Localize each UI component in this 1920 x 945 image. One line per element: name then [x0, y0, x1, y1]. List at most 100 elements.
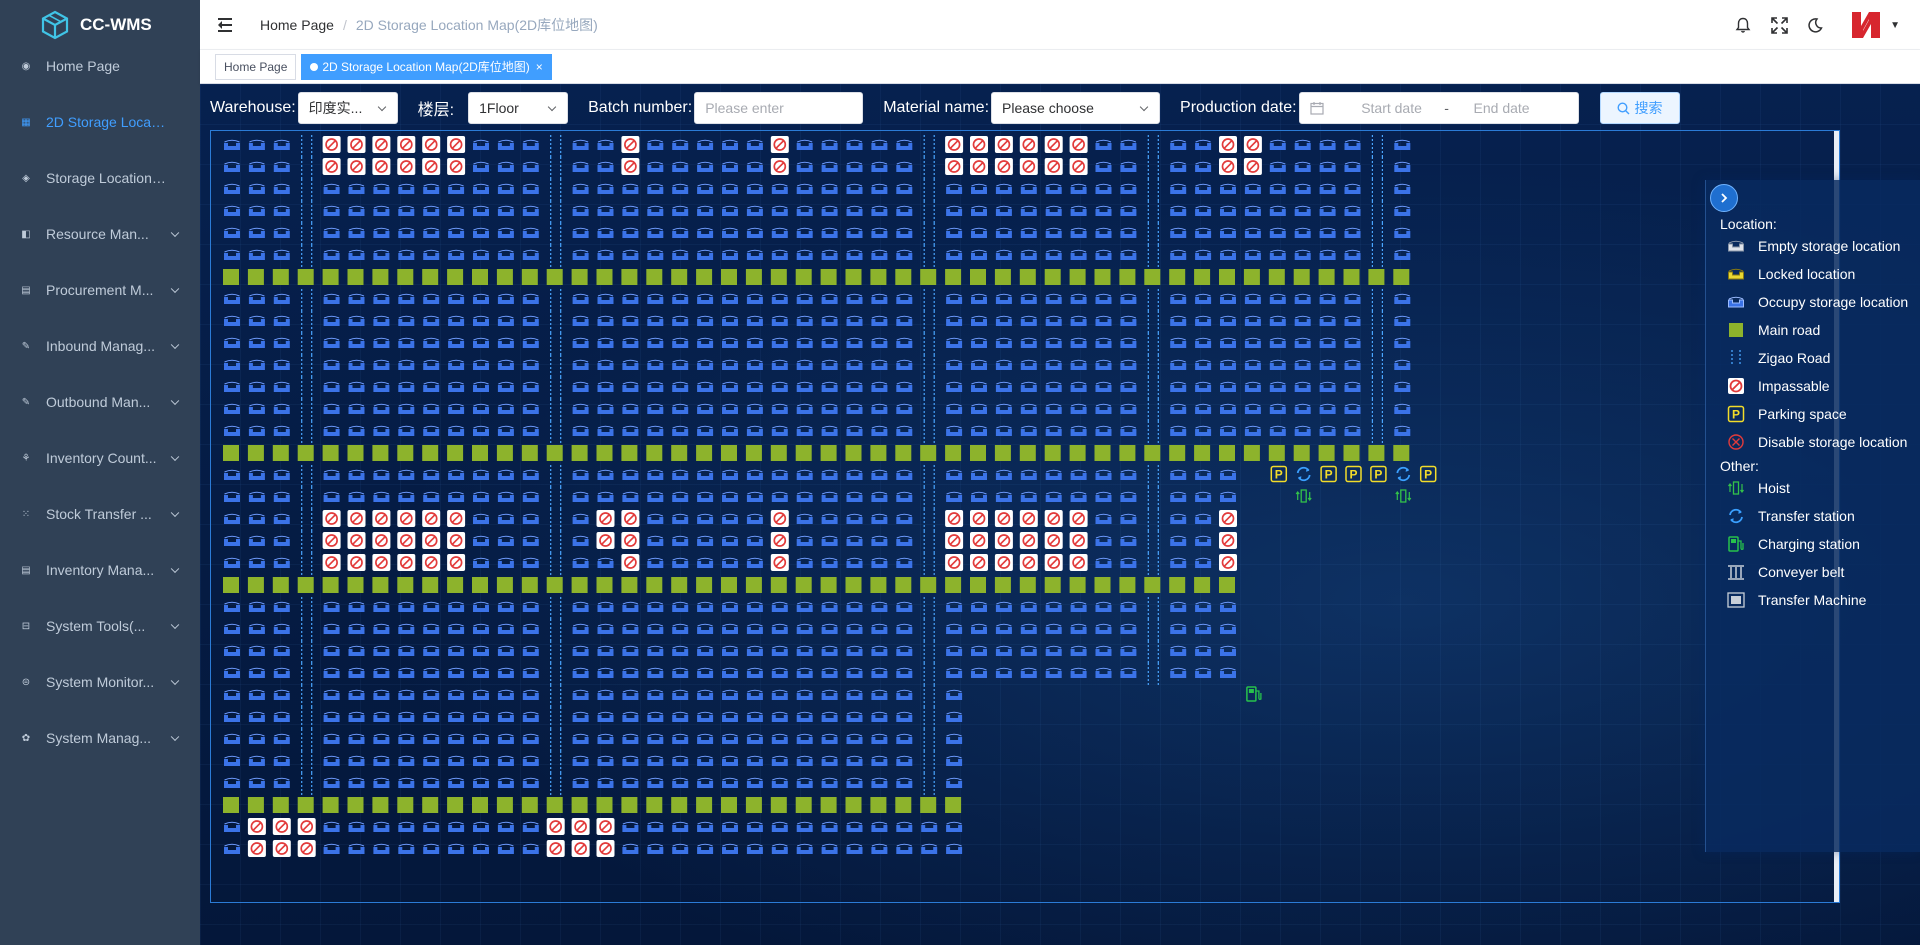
- storage-location[interactable]: [423, 755, 440, 766]
- storage-location[interactable]: [572, 601, 589, 612]
- storage-location[interactable]: [1070, 183, 1087, 194]
- storage-location[interactable]: [647, 557, 664, 568]
- zigao-road-cell[interactable]: [550, 179, 562, 201]
- storage-location[interactable]: [448, 381, 465, 392]
- storage-location[interactable]: [1195, 601, 1212, 612]
- storage-location[interactable]: [423, 711, 440, 722]
- storage-location[interactable]: [448, 337, 465, 348]
- storage-location[interactable]: [722, 403, 738, 414]
- storage-location[interactable]: [622, 425, 639, 436]
- main-road-cell[interactable]: [994, 577, 1011, 593]
- storage-location[interactable]: [1220, 425, 1236, 436]
- batch-input[interactable]: Please enter: [694, 92, 864, 124]
- impassable-cell[interactable]: [994, 136, 1013, 153]
- zigao-road-cell[interactable]: [1147, 619, 1159, 641]
- zigao-road-cell[interactable]: [550, 377, 562, 399]
- storage-location[interactable]: [1220, 491, 1236, 502]
- main-road-cell[interactable]: [521, 577, 538, 593]
- storage-location[interactable]: [1120, 293, 1137, 304]
- impassable-cell[interactable]: [447, 554, 466, 571]
- storage-location[interactable]: [497, 601, 514, 612]
- storage-location[interactable]: [622, 667, 639, 678]
- impassable-cell[interactable]: [994, 532, 1013, 549]
- parking-marker[interactable]: P: [1370, 465, 1387, 483]
- storage-location[interactable]: [771, 623, 788, 634]
- storage-location[interactable]: [946, 689, 963, 700]
- storage-location[interactable]: [672, 315, 689, 326]
- storage-location[interactable]: [871, 557, 888, 568]
- zigao-road-cell[interactable]: [550, 641, 562, 663]
- storage-location[interactable]: [597, 645, 614, 656]
- storage-location[interactable]: [1394, 381, 1411, 392]
- main-road-cell[interactable]: [297, 797, 314, 813]
- storage-location[interactable]: [846, 777, 863, 788]
- hoist-marker[interactable]: [1395, 489, 1412, 503]
- storage-location[interactable]: [522, 821, 539, 832]
- storage-location[interactable]: [796, 557, 813, 568]
- storage-location[interactable]: [373, 689, 390, 700]
- storage-location[interactable]: [1120, 513, 1137, 524]
- storage-location[interactable]: [522, 381, 539, 392]
- storage-location[interactable]: [946, 667, 963, 678]
- storage-location[interactable]: [995, 601, 1012, 612]
- storage-location[interactable]: [846, 139, 863, 150]
- main-road-cell[interactable]: [272, 797, 289, 813]
- storage-location[interactable]: [722, 667, 738, 678]
- storage-location[interactable]: [1294, 183, 1311, 194]
- storage-location[interactable]: [1170, 513, 1187, 524]
- storage-location[interactable]: [473, 821, 489, 832]
- storage-location[interactable]: [821, 161, 838, 172]
- zigao-road-cell[interactable]: [1147, 641, 1159, 663]
- impassable-cell[interactable]: [322, 510, 341, 527]
- storage-location[interactable]: [448, 601, 465, 612]
- storage-location[interactable]: [522, 667, 539, 678]
- storage-location[interactable]: [473, 183, 489, 194]
- storage-location[interactable]: [597, 667, 614, 678]
- storage-location[interactable]: [846, 535, 863, 546]
- storage-location[interactable]: [597, 711, 614, 722]
- main-road-cell[interactable]: [422, 269, 439, 285]
- zigao-road-cell[interactable]: [301, 179, 313, 201]
- impassable-cell[interactable]: [770, 158, 789, 175]
- storage-location[interactable]: [323, 601, 340, 612]
- storage-location[interactable]: [348, 205, 365, 216]
- storage-location[interactable]: [871, 535, 888, 546]
- storage-location[interactable]: [796, 667, 813, 678]
- storage-location[interactable]: [647, 469, 664, 480]
- zigao-road-cell[interactable]: [1371, 399, 1383, 421]
- storage-location[interactable]: [697, 733, 714, 744]
- storage-location[interactable]: [448, 733, 465, 744]
- storage-location[interactable]: [597, 425, 614, 436]
- storage-location[interactable]: [1319, 249, 1336, 260]
- zigao-road-cell[interactable]: [301, 729, 313, 751]
- storage-location[interactable]: [796, 821, 813, 832]
- storage-location[interactable]: [572, 755, 589, 766]
- zigao-road-cell[interactable]: [550, 421, 562, 443]
- zigao-road-cell[interactable]: [1371, 201, 1383, 223]
- storage-location[interactable]: [771, 249, 788, 260]
- storage-location[interactable]: [1269, 161, 1286, 172]
- storage-location[interactable]: [1170, 645, 1187, 656]
- storage-location[interactable]: [971, 227, 987, 238]
- main-road-cell[interactable]: [820, 269, 837, 285]
- storage-location[interactable]: [1045, 491, 1062, 502]
- storage-location[interactable]: [348, 821, 365, 832]
- storage-location[interactable]: [497, 205, 514, 216]
- zigao-road-cell[interactable]: [923, 223, 935, 245]
- storage-location[interactable]: [771, 821, 788, 832]
- storage-location[interactable]: [273, 667, 290, 678]
- storage-location[interactable]: [348, 183, 365, 194]
- storage-location[interactable]: [1170, 315, 1187, 326]
- tag-home[interactable]: Home Page: [215, 53, 297, 80]
- storage-location[interactable]: [1020, 249, 1037, 260]
- storage-location[interactable]: [248, 711, 265, 722]
- storage-location[interactable]: [796, 843, 813, 854]
- storage-location[interactable]: [224, 491, 240, 502]
- impassable-cell[interactable]: [447, 510, 466, 527]
- main-road-cell[interactable]: [496, 797, 513, 813]
- storage-location[interactable]: [771, 491, 788, 502]
- storage-location[interactable]: [1120, 183, 1137, 194]
- storage-location[interactable]: [1095, 425, 1112, 436]
- impassable-cell[interactable]: [621, 158, 640, 175]
- storage-location[interactable]: [423, 249, 440, 260]
